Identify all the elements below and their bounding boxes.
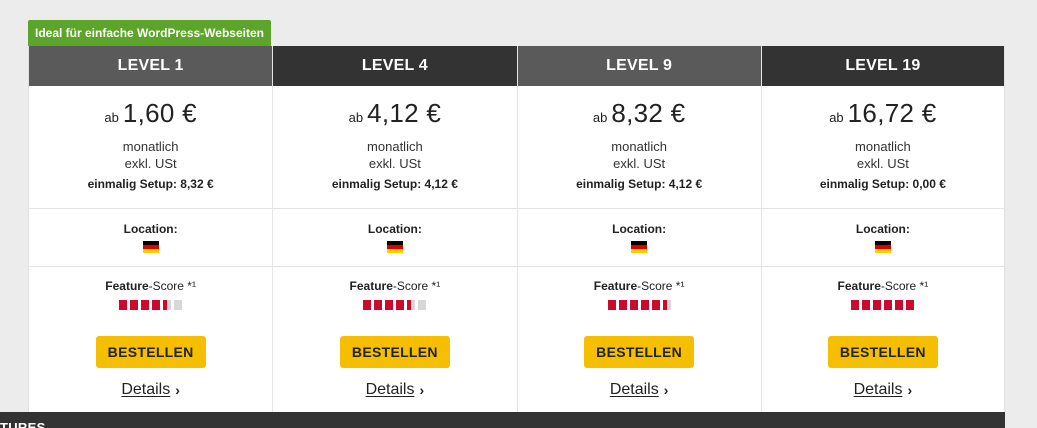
plan-column-level-9: LEVEL 9 ab 8,32 € monatlich exkl. USt ei… [516,46,761,412]
germany-flag-icon [631,241,648,253]
billing-period: monatlich [611,139,667,154]
score-segment [862,300,871,310]
chevron-right-icon: › [907,382,913,398]
feature-block: Feature-Score *¹ BESTELLEN Details › [762,267,1004,399]
germany-flag-icon [386,241,403,253]
score-segment [152,300,161,310]
score-segment [895,300,904,310]
score-segment [130,300,139,310]
plan-column-level-19: LEVEL 19 ab 16,72 € monatlich exkl. USt … [760,46,1005,412]
tax-note: exkl. USt [613,156,666,171]
score-segment [618,300,627,310]
details-link[interactable]: Details › [518,381,761,399]
feature-block: Feature-Score *¹ BESTELLEN Details › [273,267,516,399]
score-segment [651,300,660,310]
setup-fee: einmalig Setup: 0,00 € [819,177,946,191]
feature-block: Feature-Score *¹ BESTELLEN Details › [518,267,761,399]
location-block: Location: [761,209,1004,267]
price-value: 8,32 € [611,98,686,128]
price-value: 1,60 € [122,98,197,128]
features-section-title: TURES [0,420,46,428]
score-segment [640,300,649,310]
score-segment [851,300,860,310]
score-segment [385,300,394,310]
location-label: Location: [855,222,910,236]
plan-header: LEVEL 9 [517,46,761,86]
score-segment [873,300,882,310]
score-segment [174,300,183,310]
score-segment [119,300,128,310]
feature-score-label: Feature-Score *¹ [349,279,441,293]
plan-header: LEVEL 1 [29,46,273,86]
feature-score-label: Feature-Score *¹ [593,279,685,293]
score-segment [906,300,915,310]
order-button[interactable]: BESTELLEN [827,336,938,368]
feature-score-bar [518,300,761,310]
score-segment [884,300,893,310]
details-link[interactable]: Details › [273,381,516,399]
score-segment [363,300,372,310]
location-block: Location: [517,209,761,267]
order-button[interactable]: BESTELLEN [95,336,206,368]
tax-note: exkl. USt [368,156,421,171]
score-segment [407,300,416,310]
germany-flag-icon [142,241,159,253]
score-segment [163,300,172,310]
price-prefix: ab [592,110,608,125]
score-segment [396,300,405,310]
plan-header: LEVEL 19 [761,46,1004,86]
feature-block: Feature-Score *¹ BESTELLEN Details › [29,267,272,399]
chevron-right-icon: › [419,382,425,398]
chevron-right-icon: › [175,382,180,398]
score-segment [607,300,616,310]
order-button[interactable]: BESTELLEN [339,336,450,368]
billing-period: monatlich [367,139,423,154]
score-segment [141,300,150,310]
feature-score-bar [762,300,1004,310]
setup-fee: einmalig Setup: 4,12 € [576,177,703,191]
price-prefix: ab [829,110,844,125]
plan-column-level-4: LEVEL 4 ab 4,12 € monatlich exkl. USt ei… [272,46,517,412]
location-block: Location: [29,209,273,267]
details-link[interactable]: Details › [762,381,1004,399]
tax-note: exkl. USt [124,156,177,171]
score-segment [418,300,427,310]
price-block: ab 4,12 € monatlich exkl. USt einmalig S… [273,86,517,209]
feature-score-label: Feature-Score *¹ [105,279,196,293]
feature-score-bar [273,300,516,310]
pricing-table: LEVEL 1 ab 1,60 € monatlich exkl. USt ei… [28,46,1005,412]
tax-note: exkl. USt [856,156,909,171]
feature-score-bar [29,300,272,310]
plan-header: LEVEL 4 [273,46,517,86]
price-value: 4,12 € [367,98,442,128]
setup-fee: einmalig Setup: 4,12 € [331,177,458,191]
recommendation-badge: Ideal für einfache WordPress-Webseiten [28,20,271,46]
score-segment [629,300,638,310]
feature-score-label: Feature-Score *¹ [837,279,929,293]
details-link[interactable]: Details › [29,381,272,399]
price-block: ab 16,72 € monatlich exkl. USt einmalig … [761,86,1004,209]
chevron-right-icon: › [663,382,669,398]
billing-period: monatlich [855,139,911,154]
setup-fee: einmalig Setup: 8,32 € [87,177,214,191]
billing-period: monatlich [122,139,179,154]
location-label: Location: [367,222,422,236]
location-block: Location: [273,209,517,267]
price-value: 16,72 € [847,98,937,128]
score-segment [662,300,671,310]
features-section-header: TURES [0,412,1005,428]
price-block: ab 8,32 € monatlich exkl. USt einmalig S… [517,86,761,209]
germany-flag-icon [874,241,891,253]
score-segment [374,300,383,310]
price-prefix: ab [104,110,119,125]
location-label: Location: [612,222,667,236]
price-block: ab 1,60 € monatlich exkl. USt einmalig S… [29,86,273,209]
location-label: Location: [123,222,178,236]
plan-column-level-1: LEVEL 1 ab 1,60 € monatlich exkl. USt ei… [28,46,273,412]
order-button[interactable]: BESTELLEN [584,336,695,368]
price-prefix: ab [348,110,364,125]
